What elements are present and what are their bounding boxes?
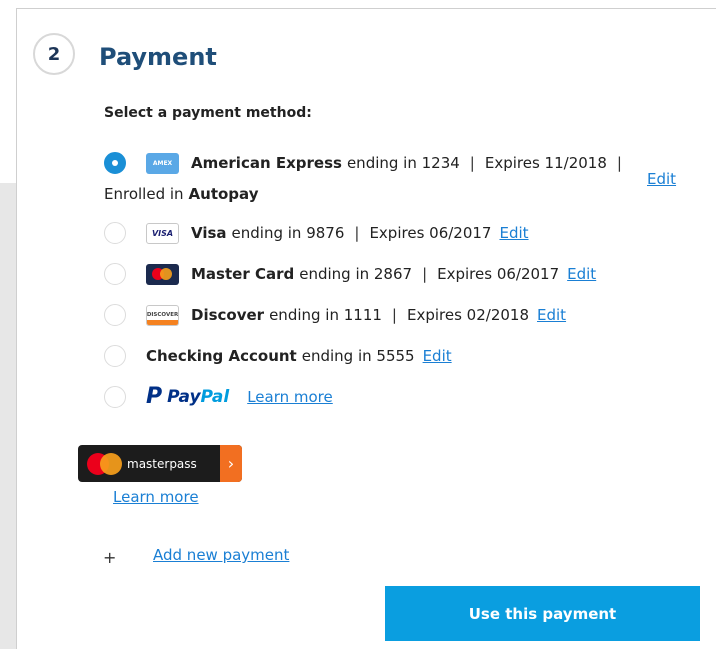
amex-brand-label: American Express bbox=[191, 154, 342, 172]
visa-card-icon: VISA bbox=[146, 222, 179, 244]
separator: | bbox=[422, 265, 428, 283]
separator: | bbox=[354, 224, 360, 242]
checking-ending-text: ending in 5555 bbox=[301, 347, 415, 365]
payment-card: 2 Payment Select a payment method: AMEX … bbox=[16, 8, 716, 649]
radio-amex[interactable] bbox=[104, 152, 126, 174]
radio-visa[interactable] bbox=[104, 222, 126, 244]
edit-discover-link[interactable]: Edit bbox=[537, 306, 566, 324]
section-title: Payment bbox=[99, 43, 217, 71]
discover-ending-text: ending in 1111 bbox=[269, 306, 382, 324]
separator: | bbox=[391, 306, 397, 324]
payment-option-checking[interactable]: Checking Account ending in 5555 Edit bbox=[104, 345, 452, 367]
discover-expires-text: Expires 02/2018 bbox=[406, 306, 529, 324]
payment-option-visa[interactable]: VISA Visa ending in 9876 | Expires 06/20… bbox=[104, 222, 529, 244]
edit-amex-link[interactable]: Edit bbox=[647, 170, 676, 188]
payment-option-mastercard[interactable]: Master Card ending in 2867 | Expires 06/… bbox=[104, 263, 596, 285]
paypal-pal-text: Pal bbox=[200, 386, 230, 407]
visa-ending-text: ending in 9876 bbox=[231, 224, 345, 242]
visa-brand-label: Visa bbox=[191, 224, 227, 242]
visa-expires-text: Expires 06/2017 bbox=[369, 224, 492, 242]
mastercard-brand-label: Master Card bbox=[191, 265, 295, 283]
paypal-logo-icon: P PayPal bbox=[146, 384, 229, 409]
discover-card-icon: DISCOVER bbox=[146, 304, 179, 326]
paypal-pay-text: Pay bbox=[167, 386, 201, 407]
edit-checking-link[interactable]: Edit bbox=[423, 347, 452, 365]
payment-option-amex[interactable]: AMEX American Express ending in 1234 | E… bbox=[104, 152, 632, 174]
mastercard-icon bbox=[146, 263, 179, 285]
discover-brand-label: Discover bbox=[191, 306, 265, 324]
radio-discover[interactable] bbox=[104, 304, 126, 326]
left-gray-panel bbox=[0, 183, 16, 649]
payment-option-discover[interactable]: DISCOVER Discover ending in 1111 | Expir… bbox=[104, 304, 566, 326]
masterpass-logo-icon bbox=[87, 452, 125, 475]
masterpass-learn-more-link[interactable]: Learn more bbox=[113, 488, 199, 506]
payment-method-prompt: Select a payment method: bbox=[104, 105, 312, 121]
add-new-payment-link[interactable]: Add new payment bbox=[153, 546, 289, 564]
mastercard-ending-text: ending in 2867 bbox=[299, 265, 413, 283]
step-number-badge: 2 bbox=[33, 33, 75, 75]
edit-mastercard-link[interactable]: Edit bbox=[567, 265, 596, 283]
paypal-learn-more-link[interactable]: Learn more bbox=[247, 388, 333, 406]
checking-brand-label: Checking Account bbox=[146, 347, 297, 365]
separator: | bbox=[616, 154, 622, 172]
plus-icon: + bbox=[103, 548, 117, 567]
masterpass-button[interactable]: masterpass › bbox=[78, 445, 242, 482]
amex-enrolled-line: Enrolled in Autopay bbox=[104, 185, 258, 203]
amex-card-icon: AMEX bbox=[146, 152, 179, 174]
radio-paypal[interactable] bbox=[104, 385, 126, 408]
use-this-payment-button[interactable]: Use this payment bbox=[385, 586, 700, 641]
chevron-right-icon: › bbox=[220, 445, 242, 482]
edit-visa-link[interactable]: Edit bbox=[499, 224, 528, 242]
enrolled-autopay: Autopay bbox=[188, 185, 259, 203]
radio-checking[interactable] bbox=[104, 345, 126, 367]
masterpass-label: masterpass bbox=[127, 456, 197, 471]
enrolled-prefix: Enrolled in bbox=[104, 185, 184, 203]
separator: | bbox=[469, 154, 475, 172]
paypal-p-mark: P bbox=[146, 384, 163, 409]
radio-mastercard[interactable] bbox=[104, 263, 126, 285]
payment-option-paypal[interactable]: P PayPal Learn more bbox=[104, 384, 333, 409]
amex-expires-text: Expires 11/2018 bbox=[484, 154, 607, 172]
amex-ending-text: ending in 1234 bbox=[346, 154, 460, 172]
mastercard-expires-text: Expires 06/2017 bbox=[437, 265, 560, 283]
